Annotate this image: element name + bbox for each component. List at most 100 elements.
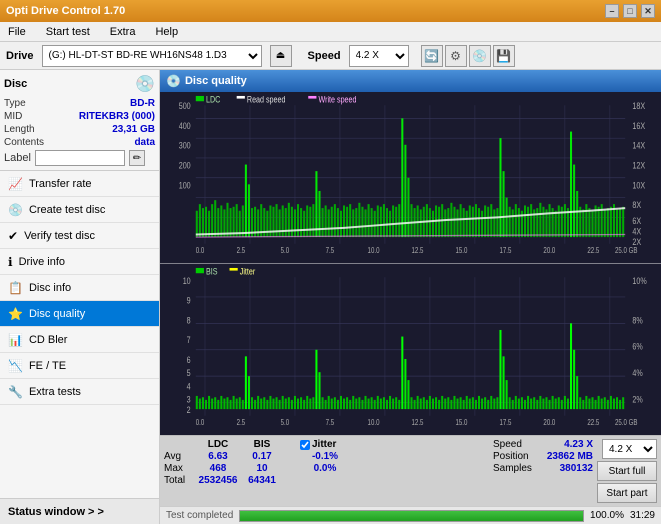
stats-avg-label: Avg (164, 451, 194, 462)
svg-text:4X: 4X (632, 227, 641, 237)
disc-quality-icon: ⭐ (8, 307, 23, 321)
svg-text:BIS: BIS (206, 266, 218, 276)
eject-button[interactable]: ⏏ (270, 45, 292, 67)
svg-text:6%: 6% (632, 341, 643, 351)
stats-bis-header: BIS (242, 439, 282, 450)
stats-empty-header (164, 439, 194, 450)
settings-icon[interactable]: ⚙ (445, 45, 467, 67)
menu-extra[interactable]: Extra (106, 24, 140, 40)
disc-label-row: Label ✏ (4, 150, 155, 166)
speed-info-val: 4.23 X (564, 439, 593, 450)
drive-bar: Drive (G:) HL-DT-ST BD-RE WH16NS48 1.D3 … (0, 42, 661, 70)
nav-cd-bler-label: CD Bler (29, 334, 68, 346)
svg-text:17.5: 17.5 (499, 246, 511, 255)
svg-text:12.5: 12.5 (412, 246, 424, 255)
svg-text:8X: 8X (632, 200, 641, 210)
progress-track (239, 510, 584, 522)
menu-help[interactable]: Help (151, 24, 182, 40)
stats-avg-bis: 0.17 (242, 451, 282, 462)
svg-text:5: 5 (187, 368, 191, 378)
nav-cd-bler[interactable]: 📊 CD Bler (0, 327, 159, 353)
status-window-button[interactable]: Status window > > (0, 498, 159, 524)
progress-bar-container: Test completed 100.0% 31:29 (160, 506, 661, 524)
disc-label-input[interactable] (35, 150, 125, 166)
toolbar-icons: 🔄 ⚙ 💿 💾 (421, 45, 515, 67)
svg-text:300: 300 (179, 141, 191, 151)
disc-cd-icon: 💿 (135, 74, 155, 94)
start-full-button[interactable]: Start full (597, 461, 657, 481)
save-icon[interactable]: 💾 (493, 45, 515, 67)
position-info-val: 23862 MB (547, 451, 593, 462)
disc-quality-title: Disc quality (185, 75, 247, 87)
nav-transfer-rate[interactable]: 📈 Transfer rate (0, 171, 159, 197)
menu-start-test[interactable]: Start test (42, 24, 94, 40)
speed-label: Speed (308, 50, 341, 62)
svg-text:12X: 12X (632, 161, 645, 171)
disc-section: Disc 💿 Type BD-R MID RITEKBR3 (000) Leng… (0, 70, 159, 171)
stats-total-bis: 64341 (242, 475, 282, 486)
status-window-label: Status window > > (8, 506, 104, 518)
disc-mid-val: RITEKBR3 (000) (79, 111, 155, 122)
speed-select[interactable]: 4.2 X (349, 45, 409, 67)
svg-text:200: 200 (179, 161, 191, 171)
nav-drive-info[interactable]: ℹ Drive info (0, 249, 159, 275)
nav-disc-quality[interactable]: ⭐ Disc quality (0, 301, 159, 327)
svg-text:9: 9 (187, 295, 191, 305)
svg-text:LDC: LDC (206, 95, 220, 105)
svg-text:7: 7 (187, 335, 191, 345)
app-title: Opti Drive Control 1.70 (6, 5, 125, 17)
svg-text:7.5: 7.5 (326, 246, 335, 255)
disc-label-edit-button[interactable]: ✏ (129, 150, 145, 166)
status-text: Test completed (166, 510, 233, 521)
disc-type-key: Type (4, 98, 26, 109)
svg-text:22.5: 22.5 (587, 246, 599, 255)
svg-text:100: 100 (179, 180, 191, 190)
disc-length-val: 23,31 GB (112, 124, 155, 135)
refresh-icon[interactable]: 🔄 (421, 45, 443, 67)
nav-verify-test-disc-label: Verify test disc (24, 230, 95, 242)
minimize-button[interactable]: – (605, 4, 619, 18)
maximize-button[interactable]: □ (623, 4, 637, 18)
chart-top-svg: 500 400 300 200 100 18X 16X 14X 12X 10X … (160, 92, 661, 264)
stats-max-bis: 10 (242, 463, 282, 474)
samples-info-val: 380132 (560, 463, 593, 474)
nav-extra-tests-label: Extra tests (29, 386, 81, 398)
nav-create-test-disc[interactable]: 💿 Create test disc (0, 197, 159, 223)
svg-text:3: 3 (187, 394, 191, 404)
speed-dropdown[interactable]: 4.2 X (602, 439, 657, 459)
disc-icon[interactable]: 💿 (469, 45, 491, 67)
svg-text:2.5: 2.5 (237, 418, 246, 427)
nav-fe-te[interactable]: 📉 FE / TE (0, 353, 159, 379)
svg-text:20.0: 20.0 (543, 246, 555, 255)
disc-label-key: Label (4, 152, 31, 164)
svg-text:10.0: 10.0 (368, 246, 380, 255)
svg-text:10.0: 10.0 (368, 418, 380, 427)
svg-text:Jitter: Jitter (240, 266, 256, 276)
stats-bar: LDC BIS Jitter Avg 6.63 0.17 -0.1% Max 4… (160, 435, 661, 506)
svg-text:8: 8 (187, 315, 191, 325)
close-button[interactable]: ✕ (641, 4, 655, 18)
jitter-checkbox[interactable] (300, 440, 310, 450)
cd-bler-icon: 📊 (8, 333, 23, 347)
nav-verify-test-disc[interactable]: ✔ Verify test disc (0, 223, 159, 249)
drive-select[interactable]: (G:) HL-DT-ST BD-RE WH16NS48 1.D3 (42, 45, 262, 67)
nav-disc-info[interactable]: 📋 Disc info (0, 275, 159, 301)
svg-text:14X: 14X (632, 141, 645, 151)
stats-avg-spacer (286, 451, 296, 462)
svg-text:10: 10 (183, 275, 191, 285)
menu-file[interactable]: File (4, 24, 30, 40)
samples-info-row: Samples 380132 (493, 463, 593, 474)
start-part-button[interactable]: Start part (597, 483, 657, 503)
stats-avg-jitter: -0.1% (300, 451, 350, 462)
disc-header: Disc 💿 (4, 74, 155, 94)
samples-info-label: Samples (493, 463, 532, 474)
disc-length-row: Length 23,31 GB (4, 124, 155, 135)
svg-text:15.0: 15.0 (455, 246, 467, 255)
create-test-disc-icon: 💿 (8, 203, 23, 217)
transfer-rate-icon: 📈 (8, 177, 23, 191)
svg-text:22.5: 22.5 (587, 418, 599, 427)
nav-extra-tests[interactable]: 🔧 Extra tests (0, 379, 159, 405)
svg-text:20.0: 20.0 (543, 418, 555, 427)
stats-avg-ldc: 6.63 (198, 451, 238, 462)
stats-jitter-header: Jitter (300, 439, 350, 450)
